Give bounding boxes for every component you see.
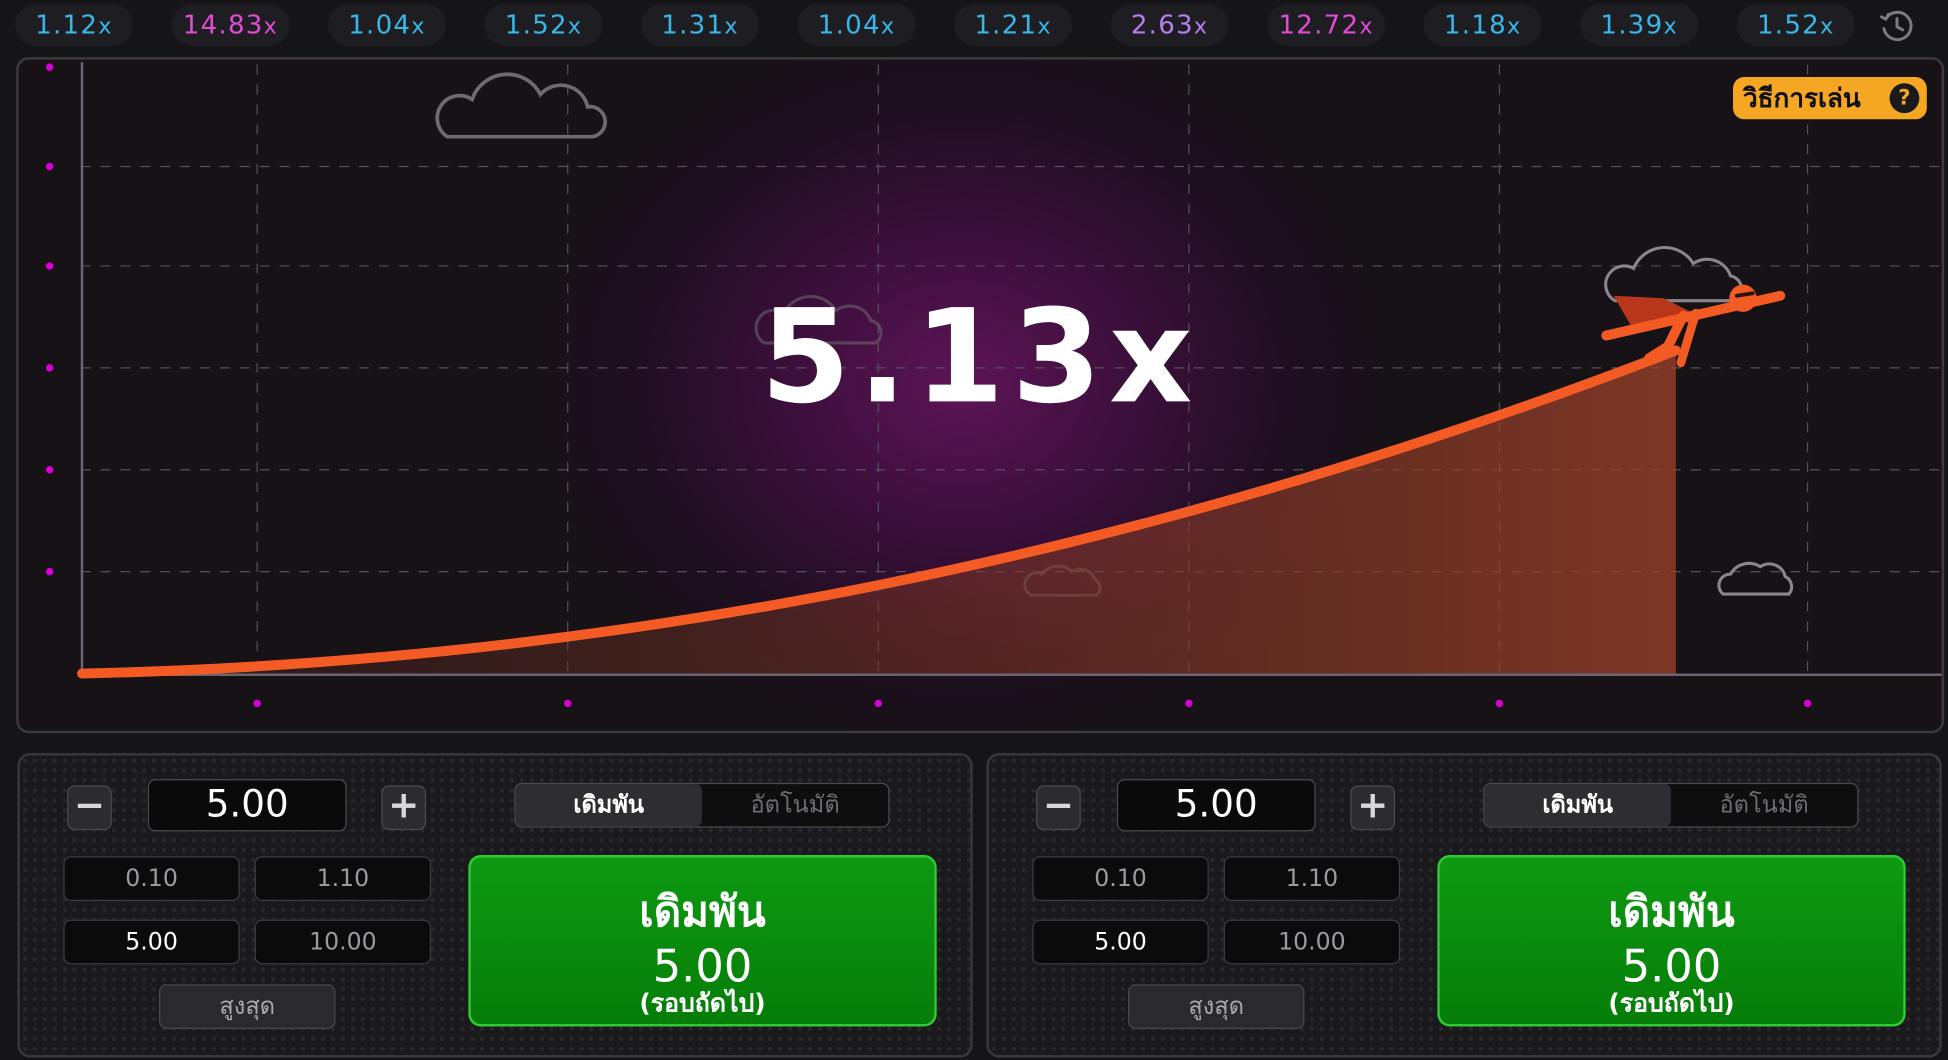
how-to-play-button[interactable]: วิธีการเล่น ?	[1733, 77, 1927, 120]
decrease-bet-button[interactable]: −	[1036, 785, 1081, 831]
bet-button-note: (รอบถัดไป)	[639, 987, 766, 1018]
multiplier-history-bar: 1.12x 14.83x 1.04x 1.52x 1.31x 1.04x 1.2…	[0, 0, 1948, 52]
increase-bet-button[interactable]: +	[1350, 785, 1396, 831]
cloud-icon	[1717, 561, 1794, 596]
history-item[interactable]: 1.21x	[954, 3, 1073, 46]
bet-button-amount: 5.00	[1621, 941, 1722, 993]
max-bet-button[interactable]: สูงสุด	[159, 984, 336, 1029]
history-item[interactable]: 1.39x	[1580, 3, 1699, 46]
quick-bet-chip[interactable]: 1.10	[254, 856, 432, 901]
clock-history-icon[interactable]	[1878, 7, 1915, 44]
history-item[interactable]: 1.04x	[797, 3, 916, 46]
bet-panel-2: − 5.00 + เดิมพัน อัตโนมัติ 0.10 1.10 5.0…	[986, 753, 1942, 1058]
decrease-bet-button[interactable]: −	[67, 785, 112, 831]
increase-bet-button[interactable]: +	[381, 785, 427, 831]
tab-auto[interactable]: อัตโนมัติ	[702, 784, 888, 826]
bet-mode-tabs: เดิมพัน อัตโนมัติ	[514, 782, 890, 828]
bet-button-title: เดิมพัน	[1608, 887, 1735, 937]
cloud-icon	[435, 72, 608, 139]
history-item[interactable]: 12.72x	[1267, 3, 1386, 46]
bet-button-title: เดิมพัน	[639, 887, 766, 937]
quick-bet-chip[interactable]: 1.10	[1223, 856, 1401, 901]
bet-button-note: (รอบถัดไป)	[1608, 987, 1735, 1018]
how-to-play-label: วิธีการเล่น	[1742, 83, 1861, 114]
history-item[interactable]: 1.04x	[327, 3, 446, 46]
quick-bet-chip-selected[interactable]: 5.00	[1032, 919, 1209, 965]
max-bet-button[interactable]: สูงสุด	[1128, 984, 1305, 1029]
tab-bet[interactable]: เดิมพัน	[515, 784, 702, 827]
bet-amount-input[interactable]: 5.00	[1116, 779, 1316, 832]
bet-amount-input[interactable]: 5.00	[147, 779, 347, 832]
quick-bet-chip-selected[interactable]: 5.00	[63, 919, 240, 965]
history-item[interactable]: 1.52x	[484, 3, 603, 46]
history-item[interactable]: 14.83x	[171, 3, 290, 46]
tab-bet[interactable]: เดิมพัน	[1484, 784, 1671, 827]
quick-bet-chip[interactable]: 10.00	[1223, 919, 1401, 965]
place-bet-button[interactable]: เดิมพัน 5.00 (รอบถัดไป)	[468, 854, 937, 1027]
tab-auto[interactable]: อัตโนมัติ	[1671, 784, 1857, 826]
quick-bet-chip[interactable]: 0.10	[1032, 856, 1209, 901]
bet-panel-1: − 5.00 + เดิมพัน อัตโนมัติ 0.10 1.10 5.0…	[17, 753, 973, 1058]
flight-game-area: 5.13x วิธีการเล่น ?	[16, 57, 1945, 734]
history-item[interactable]: 2.63x	[1110, 3, 1229, 46]
history-item[interactable]: 1.12x	[14, 3, 133, 46]
game-screen: 1.12x 14.83x 1.04x 1.52x 1.31x 1.04x 1.2…	[0, 0, 1948, 1060]
history-item[interactable]: 1.18x	[1423, 3, 1542, 46]
bet-mode-tabs: เดิมพัน อัตโนมัติ	[1483, 782, 1859, 828]
help-icon: ?	[1889, 83, 1920, 114]
history-item[interactable]: 1.52x	[1736, 3, 1855, 46]
quick-bet-chip[interactable]: 0.10	[63, 856, 240, 901]
history-item[interactable]: 1.31x	[641, 3, 760, 46]
bet-button-amount: 5.00	[652, 941, 753, 993]
place-bet-button[interactable]: เดิมพัน 5.00 (รอบถัดไป)	[1437, 854, 1906, 1027]
quick-bet-chip[interactable]: 10.00	[254, 919, 432, 965]
current-multiplier: 5.13x	[760, 280, 1200, 433]
